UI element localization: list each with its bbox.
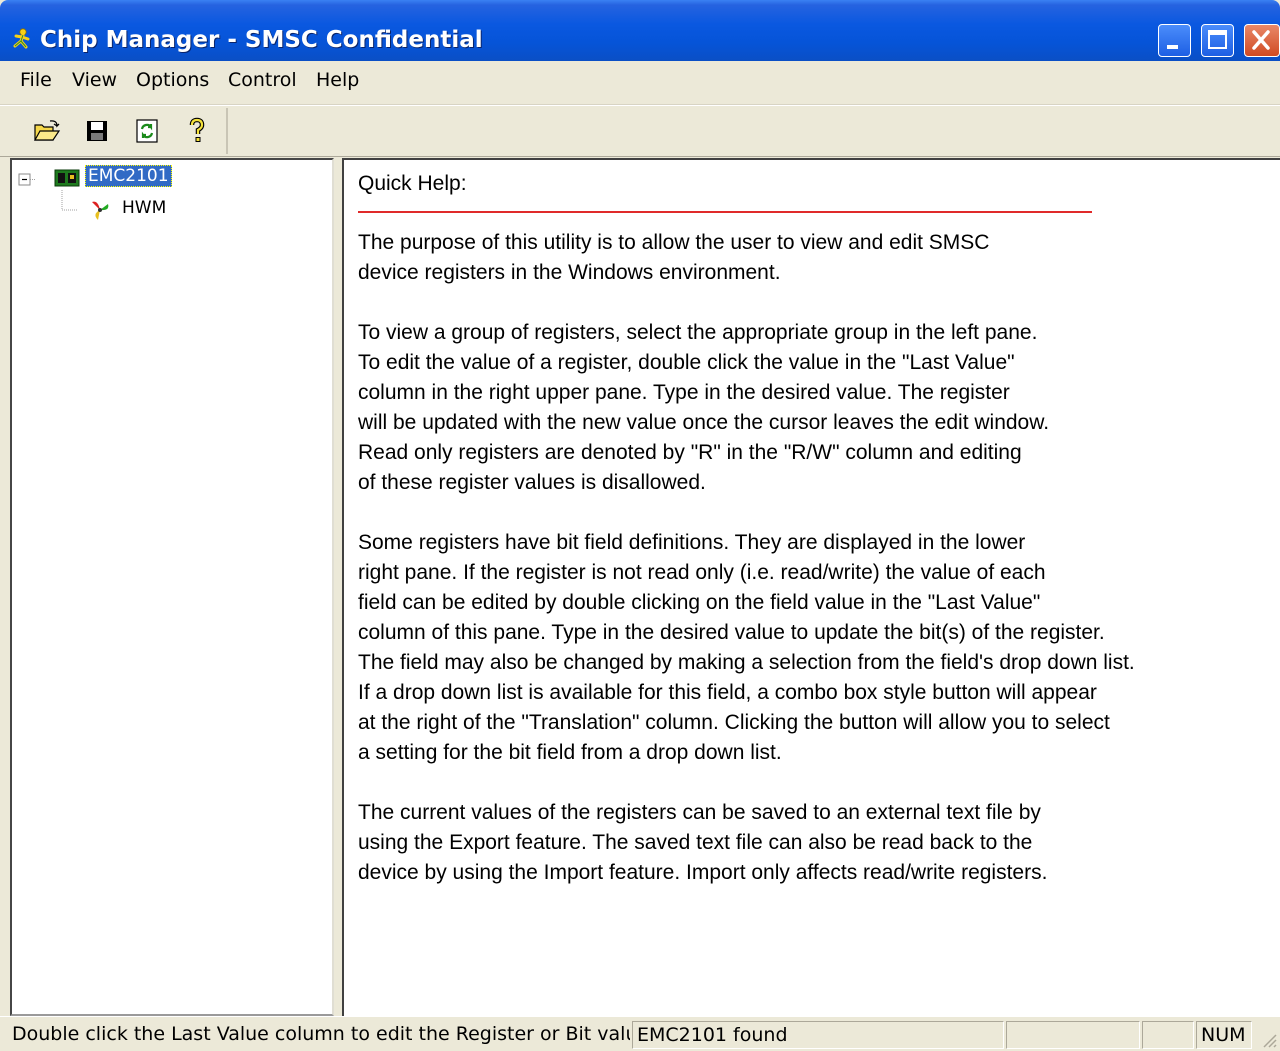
device-tree-pane[interactable]: EMC2101 HWM (10, 158, 334, 1016)
status-num-lock: NUM (1196, 1021, 1252, 1049)
save-button[interactable] (82, 116, 112, 146)
tree-node-hwm[interactable]: HWM (122, 198, 166, 218)
menu-file[interactable]: File (20, 69, 52, 91)
save-disk-icon (87, 121, 107, 141)
toolbar (0, 105, 1280, 157)
status-cell-empty-2 (1142, 1021, 1194, 1049)
maximize-icon (1208, 30, 1227, 49)
close-icon (1252, 30, 1270, 50)
help-divider (358, 211, 1092, 213)
minimize-icon (1167, 45, 1178, 49)
chip-board-icon (54, 167, 80, 194)
open-folder-icon (33, 120, 61, 141)
resize-grip-icon[interactable] (1260, 1031, 1278, 1049)
menu-control[interactable]: Control (228, 69, 297, 91)
quick-help-title: Quick Help: (358, 172, 467, 195)
help-question-icon (189, 117, 205, 142)
status-message: Double click the Last Value column to ed… (12, 1023, 630, 1045)
open-button[interactable] (32, 116, 62, 146)
help-paragraph-view-edit: To view a group of registers, select the… (358, 321, 1050, 494)
title-bar[interactable]: Chip Manager - SMSC Confidential (0, 0, 1280, 61)
menu-view[interactable]: View (72, 69, 117, 91)
status-bar: Double click the Last Value column to ed… (0, 1016, 1280, 1051)
help-paragraph-bit-fields: Some registers have bit field definition… (358, 531, 1135, 764)
toolbar-button-group (10, 108, 228, 154)
quick-help-pane: Quick Help: The purpose of this utility … (342, 158, 1280, 1016)
window-title: Chip Manager - SMSC Confidential (40, 27, 483, 53)
status-device: EMC2101 found (632, 1021, 1004, 1049)
maximize-button[interactable] (1201, 24, 1234, 57)
help-button[interactable] (182, 116, 212, 146)
help-paragraph-purpose: The purpose of this utility is to allow … (358, 231, 990, 284)
minimize-button[interactable] (1158, 24, 1191, 57)
refresh-icon (136, 119, 158, 143)
pane-splitter[interactable] (334, 158, 342, 1016)
help-paragraph-export-import: The current values of the registers can … (358, 801, 1048, 884)
menu-help[interactable]: Help (316, 69, 359, 91)
status-cell-empty-1 (1006, 1021, 1140, 1049)
menu-options[interactable]: Options (136, 69, 209, 91)
hardware-monitor-fan-icon (88, 198, 112, 227)
chip-manager-app-icon (10, 27, 34, 49)
close-button[interactable] (1244, 24, 1280, 57)
refresh-button[interactable] (132, 116, 162, 146)
menu-bar: File View Options Control Help (0, 61, 1280, 105)
tree-node-emc2101[interactable]: EMC2101 (85, 165, 172, 187)
